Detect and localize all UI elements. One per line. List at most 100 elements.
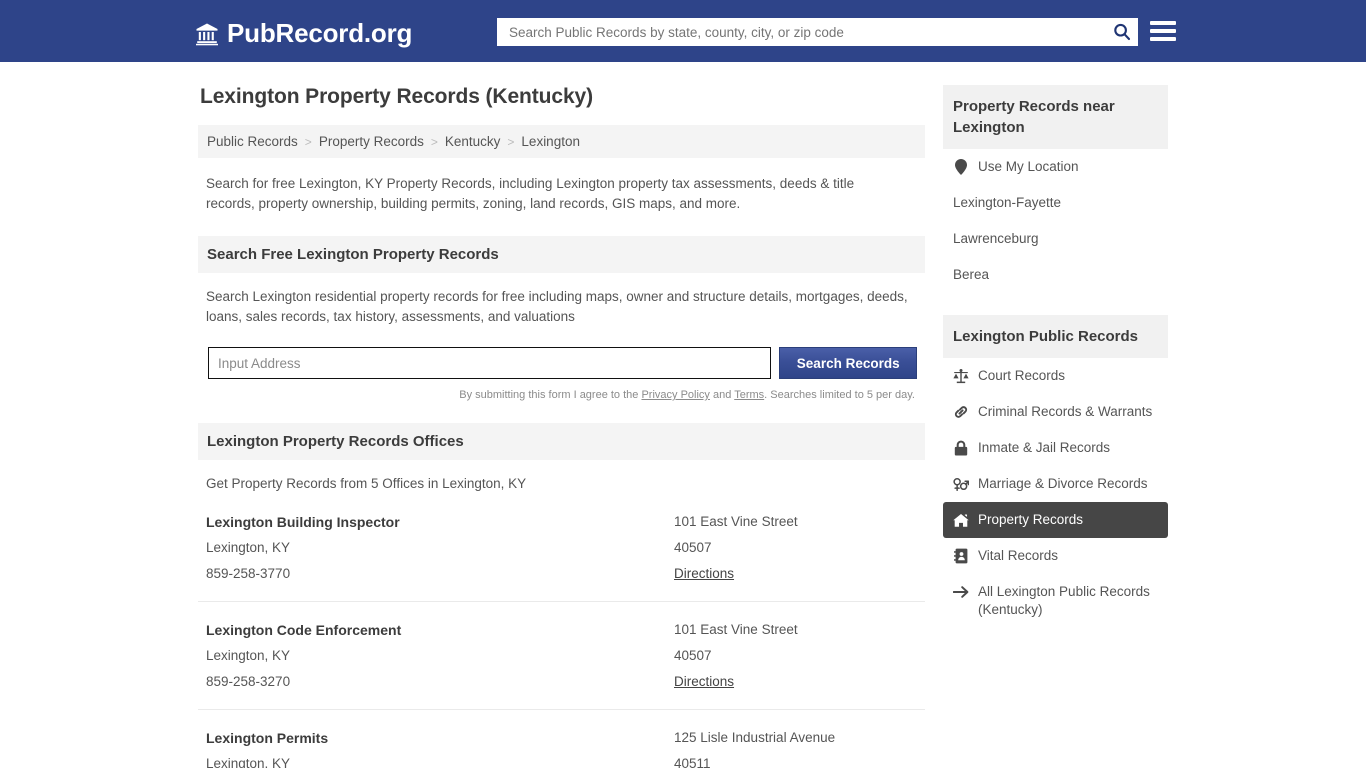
address-input[interactable] [208,347,772,379]
sidebar-item-criminal-records[interactable]: Criminal Records & Warrants [943,394,1168,430]
search-section-body: Search Lexington residential property re… [198,273,925,401]
search-input[interactable] [507,18,1112,46]
legal-and: and [709,389,735,401]
offices-section-body: Get Property Records from 5 Offices in L… [198,460,925,494]
address-book-icon [953,548,969,564]
sidebar-item-use-my-location[interactable]: Use My Location [943,149,1168,185]
breadcrumb-item-kentucky[interactable]: Kentucky [445,134,501,149]
office-right: 101 East Vine Street 40507 Directions [674,617,917,695]
office-city-state: Lexington, KY [206,648,291,663]
sidebar-item-court-records[interactable]: Court Records [943,358,1168,394]
sidebar-public-records-list: Court Records Criminal Records & Warrant… [943,358,1168,628]
office-name[interactable]: Lexington Code Enforcement [206,617,674,643]
office-left: Lexington Building Inspector Lexington, … [206,509,674,587]
office-street: 101 East Vine Street [674,514,798,529]
sidebar-item-lawrenceburg[interactable]: Lawrenceburg [943,221,1168,257]
map-pin-icon [953,159,969,175]
sidebar-item-inmate-jail-records[interactable]: Inmate & Jail Records [943,430,1168,466]
sidebar-item-berea[interactable]: Berea [943,257,1168,293]
office-right: 101 East Vine Street 40507 Directions [674,509,917,587]
search-records-button[interactable]: Search Records [779,347,917,379]
scales-icon [953,368,969,384]
content-container: Lexington Property Records (Kentucky) Pu… [198,62,1168,768]
breadcrumb-separator: > [507,134,515,149]
breadcrumb-separator: > [304,134,312,149]
office-zip: 40511 [674,756,711,768]
search-section-heading: Search Free Lexington Property Records [198,236,925,273]
office-row: Lexington Code Enforcement Lexington, KY… [198,602,925,710]
legal-prefix: By submitting this form I agree to the [459,389,642,401]
sidebar-item-label: Inmate & Jail Records [978,440,1111,455]
page-intro-text: Search for free Lexington, KY Property R… [206,176,855,211]
office-zip: 40507 [674,648,712,663]
sidebar-item-label: Marriage & Divorce Records [978,476,1148,491]
breadcrumb-item-lexington[interactable]: Lexington [521,134,580,149]
breadcrumb-item-property-records[interactable]: Property Records [319,134,424,149]
office-directions-link[interactable]: Directions [674,566,734,581]
sidebar-item-label: Berea [953,267,990,282]
office-directions-link[interactable]: Directions [674,674,734,689]
office-phone: 859-258-3270 [206,674,291,689]
site-header: PubRecord.org [0,0,1366,62]
office-street: 125 Lisle Industrial Avenue [674,730,836,745]
arrow-right-icon [953,584,969,600]
sidebar-item-marriage-divorce-records[interactable]: Marriage & Divorce Records [943,466,1168,502]
hamburger-bar [1150,37,1176,41]
sidebar-item-label: Lawrenceburg [953,231,1039,246]
main-column: Lexington Property Records (Kentucky) Pu… [198,85,925,768]
form-legal-text: By submitting this form I agree to the P… [206,379,917,401]
office-left: Lexington Permits Lexington, KY 859-425-… [206,725,674,768]
sidebar-public-records-block: Lexington Public Records Court Records C… [943,315,1168,628]
office-left: Lexington Code Enforcement Lexington, KY… [206,617,674,695]
sidebar: Property Records near Lexington Use My L… [943,85,1168,768]
brand-logo[interactable]: PubRecord.org [195,18,412,49]
sidebar-item-lexington-fayette[interactable]: Lexington-Fayette [943,185,1168,221]
offices-subtitle: Get Property Records from 5 Offices in L… [206,476,527,491]
sidebar-item-label: Lexington-Fayette [953,195,1062,210]
sidebar-item-all-public-records[interactable]: All Lexington Public Records (Kentucky) [943,574,1168,628]
breadcrumb: Public Records > Property Records > Kent… [198,125,925,158]
office-name[interactable]: Lexington Building Inspector [206,509,674,535]
office-street: 101 East Vine Street [674,622,798,637]
sidebar-item-property-records[interactable]: Property Records [943,502,1168,538]
office-city-state: Lexington, KY [206,756,291,768]
page-title: Lexington Property Records (Kentucky) [200,85,594,108]
header-search-box[interactable] [497,18,1138,46]
terms-link[interactable]: Terms [734,389,764,401]
address-search-form: Search Records [206,347,917,379]
hamburger-menu-icon[interactable] [1150,19,1176,43]
bank-icon [195,22,219,46]
office-zip: 40507 [674,540,712,555]
sidebar-item-label: Vital Records [978,548,1059,563]
search-icon[interactable] [1112,22,1132,42]
breadcrumb-item-public-records[interactable]: Public Records [207,134,298,149]
sidebar-item-label: All Lexington Public Records (Kentucky) [978,584,1150,617]
sidebar-item-label: Criminal Records & Warrants [978,404,1153,419]
sidebar-nearby-heading: Property Records near Lexington [943,85,1168,149]
sidebar-item-label: Court Records [978,368,1066,383]
sidebar-nearby-block: Property Records near Lexington Use My L… [943,85,1168,293]
hamburger-bar [1150,21,1176,25]
search-section-description: Search Lexington residential property re… [206,289,908,324]
sidebar-item-vital-records[interactable]: Vital Records [943,538,1168,574]
office-phone: 859-258-3770 [206,566,291,581]
offices-list: Lexington Building Inspector Lexington, … [198,494,925,768]
hamburger-bar [1150,29,1176,33]
gender-symbols-icon [953,476,969,492]
legal-suffix: . Searches limited to 5 per day. [764,389,915,401]
sidebar-nearby-list: Use My Location Lexington-Fayette Lawren… [943,149,1168,293]
home-icon [953,512,969,528]
office-right: 125 Lisle Industrial Avenue 40511 Direct… [674,725,917,768]
privacy-policy-link[interactable]: Privacy Policy [641,389,709,401]
office-row: Lexington Building Inspector Lexington, … [198,494,925,602]
office-row: Lexington Permits Lexington, KY 859-425-… [198,710,925,768]
office-city-state: Lexington, KY [206,540,291,555]
sidebar-item-label: Use My Location [978,159,1079,174]
handcuffs-icon [953,404,969,420]
offices-section-heading: Lexington Property Records Offices [198,423,925,460]
lock-icon [953,440,969,456]
brand-name: PubRecord.org [227,18,413,48]
breadcrumb-separator: > [430,134,438,149]
sidebar-public-records-heading: Lexington Public Records [943,315,1168,358]
office-name[interactable]: Lexington Permits [206,725,674,751]
